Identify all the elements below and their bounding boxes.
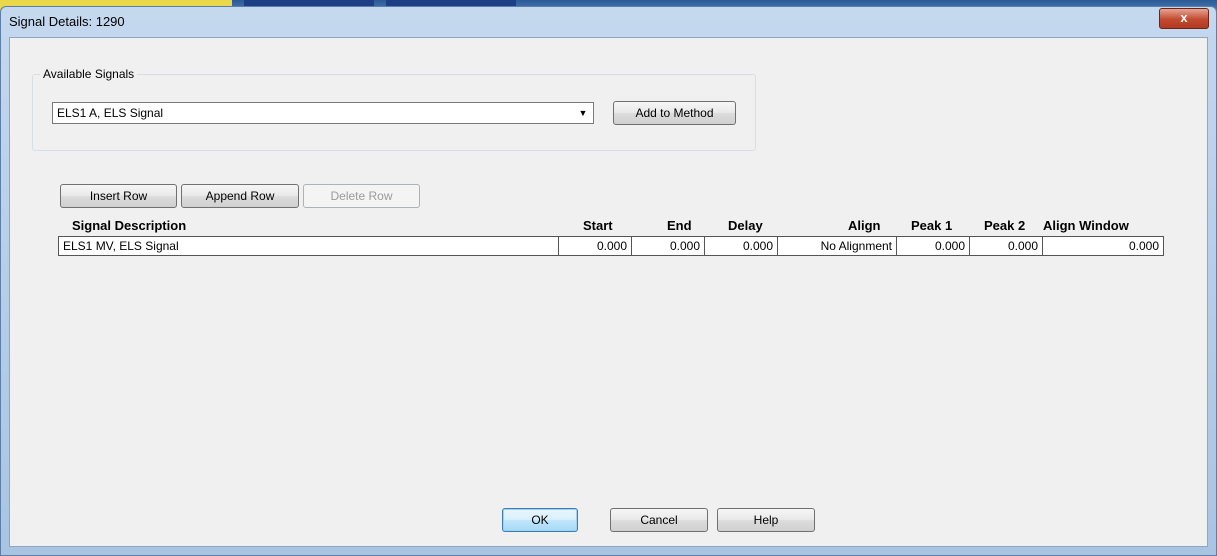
append-row-button[interactable]: Append Row — [181, 184, 299, 208]
column-header-delay: Delay — [728, 218, 763, 233]
cell-align-window[interactable]: 0.000 — [1043, 237, 1163, 255]
cell-peak-1[interactable]: 0.000 — [897, 237, 970, 255]
chevron-down-icon: ▼ — [578, 108, 588, 118]
available-signals-dropdown[interactable]: ELS1 A, ELS Signal ▼ — [52, 102, 594, 124]
cell-end[interactable]: 0.000 — [632, 237, 705, 255]
cell-align[interactable]: No Alignment — [778, 237, 897, 255]
column-header-align-window: Align Window — [1043, 218, 1129, 233]
column-header-start: Start — [583, 218, 613, 233]
cell-signal-description[interactable]: ELS1 MV, ELS Signal — [59, 237, 559, 255]
column-header-peak-2: Peak 2 — [984, 218, 1026, 233]
table-row[interactable]: ELS1 MV, ELS Signal 0.000 0.000 0.000 No… — [58, 236, 1164, 256]
dialog-title: Signal Details: 1290 — [9, 14, 125, 29]
close-button[interactable]: x — [1159, 8, 1209, 29]
dialog-body: Available Signals ELS1 A, ELS Signal ▼ A… — [9, 37, 1208, 547]
cell-delay[interactable]: 0.000 — [705, 237, 778, 255]
signals-table-header: Signal Description Start End Delay Align… — [58, 218, 1168, 236]
cancel-button[interactable]: Cancel — [610, 508, 708, 532]
help-button[interactable]: Help — [717, 508, 815, 532]
cell-start[interactable]: 0.000 — [559, 237, 632, 255]
selected-signal-value: ELS1 A, ELS Signal — [57, 106, 164, 120]
column-header-align: Align — [848, 218, 881, 233]
column-header-end: End — [667, 218, 692, 233]
ok-button[interactable]: OK — [502, 508, 578, 532]
delete-row-button[interactable]: Delete Row — [303, 184, 420, 208]
close-icon: x — [1180, 10, 1188, 25]
column-header-peak-1: Peak 1 — [911, 218, 953, 233]
add-to-method-button[interactable]: Add to Method — [613, 101, 736, 125]
column-header-signal-description: Signal Description — [72, 218, 187, 233]
insert-row-button[interactable]: Insert Row — [60, 184, 177, 208]
available-signals-label: Available Signals — [40, 67, 138, 81]
title-bar: Signal Details: 1290 x — [1, 7, 1216, 37]
signal-details-dialog: Signal Details: 1290 x Available Signals… — [0, 6, 1217, 556]
cell-peak-2[interactable]: 0.000 — [970, 237, 1043, 255]
